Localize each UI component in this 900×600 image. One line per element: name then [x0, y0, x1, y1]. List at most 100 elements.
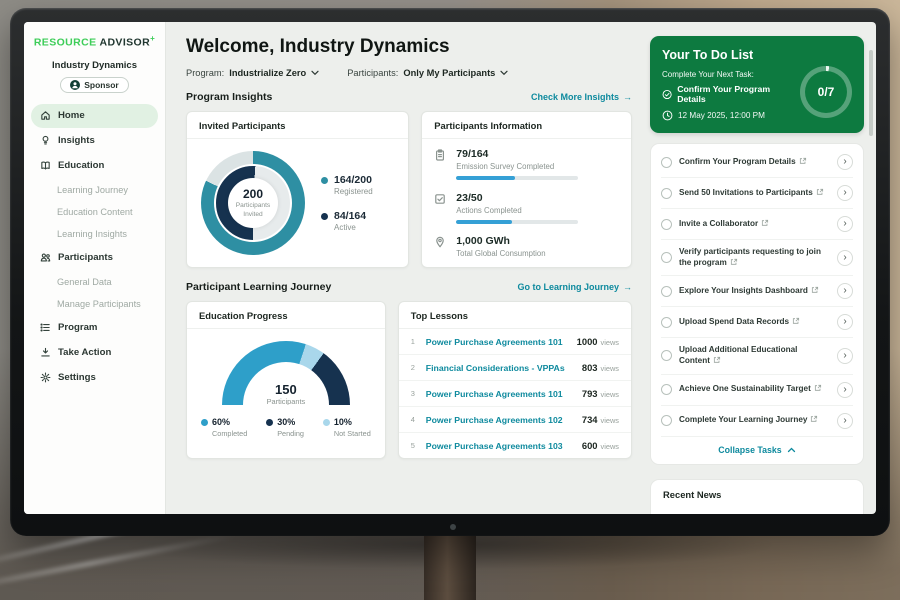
- checklist-icon: [434, 192, 448, 224]
- chevron-right-icon[interactable]: ›: [837, 382, 853, 398]
- invited-participants-card: Invited Participants 200 Participants In…: [186, 111, 409, 268]
- views-suffix: views: [601, 338, 619, 347]
- check-circle-icon: [662, 89, 672, 100]
- task-checkbox[interactable]: [661, 317, 672, 328]
- learning-journey-cards: Education Progress 150 Participants 60: [186, 301, 632, 459]
- external-link-icon: [814, 384, 822, 392]
- chevron-right-icon[interactable]: ›: [837, 348, 853, 364]
- sidebar-item-home[interactable]: Home: [31, 104, 158, 128]
- sidebar-item-learning-insights[interactable]: Learning Insights: [31, 223, 158, 245]
- program-insights-header: Program Insights Check More Insights →: [186, 91, 632, 103]
- task-checkbox[interactable]: [661, 384, 672, 395]
- go-to-learning-journey-link[interactable]: Go to Learning Journey →: [517, 282, 632, 292]
- sidebar-item-manage-participants[interactable]: Manage Participants: [31, 293, 158, 315]
- sidebar-item-education[interactable]: Education: [31, 154, 158, 178]
- card-title: Invited Participants: [187, 112, 408, 139]
- task-label: Invite a Collaborator: [679, 219, 758, 228]
- task-checkbox[interactable]: [661, 350, 672, 361]
- progress-bar: [456, 176, 578, 180]
- views-count: 793: [582, 388, 598, 399]
- recent-news-card: Recent News: [650, 479, 864, 514]
- chevron-right-icon[interactable]: ›: [837, 413, 853, 429]
- monitor-stand: [424, 534, 476, 600]
- chevron-down-icon: [311, 70, 319, 76]
- legend-dot: [201, 419, 208, 426]
- views-count: 734: [582, 414, 598, 425]
- chevron-right-icon[interactable]: ›: [837, 250, 853, 266]
- gauge-center-value: 150: [222, 382, 350, 397]
- stat-global-consumption: 1,000 GWh Total Global Consumption: [434, 235, 619, 258]
- sidebar-item-education-content[interactable]: Education Content: [31, 201, 158, 223]
- clipboard-icon: [434, 148, 448, 180]
- chevron-right-icon[interactable]: ›: [837, 283, 853, 299]
- chevron-right-icon[interactable]: ›: [837, 154, 853, 170]
- task-checkbox[interactable]: [661, 219, 672, 230]
- views-count: 600: [582, 440, 598, 451]
- lesson-link[interactable]: Power Purchase Agreements 102: [426, 415, 563, 425]
- lesson-row: 2 Financial Considerations - VPPAs 803vi…: [399, 355, 631, 381]
- lesson-link[interactable]: Power Purchase Agreements 101: [426, 337, 563, 347]
- legend-item-completed: 60% Completed: [201, 417, 247, 438]
- todo-summary-card: Your To Do List Complete Your Next Task:…: [650, 36, 864, 133]
- collapse-tasks-link[interactable]: Collapse Tasks: [661, 437, 853, 464]
- chevron-right-icon[interactable]: ›: [837, 185, 853, 201]
- external-link-icon: [713, 356, 721, 364]
- sidebar-item-label: Take Action: [58, 347, 111, 358]
- task-row-complete-learning-journey[interactable]: Complete Your Learning Journey ›: [661, 406, 853, 437]
- external-link-icon: [816, 188, 824, 196]
- task-row-upload-spend-data[interactable]: Upload Spend Data Records ›: [661, 307, 853, 338]
- sidebar-item-learning-journey[interactable]: Learning Journey: [31, 179, 158, 201]
- sidebar-item-general-data[interactable]: General Data: [31, 271, 158, 293]
- views-suffix: views: [601, 390, 619, 399]
- logo-plus: +: [150, 34, 155, 43]
- todo-panel: Your To Do List Complete Your Next Task:…: [644, 22, 876, 514]
- person-icon: [70, 80, 80, 90]
- sidebar-item-insights[interactable]: Insights: [31, 129, 158, 153]
- task-checkbox[interactable]: [661, 157, 672, 168]
- lesson-link[interactable]: Power Purchase Agreements 103: [426, 441, 563, 451]
- legend-item-registered: 164/200 Registered: [321, 174, 373, 196]
- task-checkbox[interactable]: [661, 188, 672, 199]
- task-checkbox[interactable]: [661, 415, 672, 426]
- stat-label: Emission Survey Completed: [456, 162, 578, 171]
- task-row-invite-collaborator[interactable]: Invite a Collaborator ›: [661, 209, 853, 240]
- sidebar-subitem-label: General Data: [57, 277, 112, 287]
- lesson-link[interactable]: Power Purchase Agreements 101: [426, 389, 563, 399]
- sidebar-item-take-action[interactable]: Take Action: [31, 341, 158, 365]
- participants-filter[interactable]: Participants: Only My Participants: [347, 68, 508, 78]
- lesson-row: 1 Power Purchase Agreements 101 1000view…: [399, 329, 631, 355]
- sidebar-item-label: Education: [58, 160, 104, 171]
- task-row-achieve-target[interactable]: Achieve One Sustainability Target ›: [661, 375, 853, 406]
- sidebar-item-participants[interactable]: Participants: [31, 246, 158, 270]
- sidebar: RESOURCE ADVISOR+ Industry Dynamics Spon…: [24, 22, 166, 514]
- progress-bar: [456, 220, 578, 224]
- chevron-right-icon[interactable]: ›: [837, 314, 853, 330]
- chevron-right-icon[interactable]: ›: [837, 216, 853, 232]
- collapse-label: Collapse Tasks: [718, 445, 781, 455]
- legend-dot: [266, 419, 273, 426]
- education-progress-card: Education Progress 150 Participants 60: [186, 301, 386, 459]
- external-link-icon: [810, 415, 818, 423]
- task-label: Complete Your Learning Journey: [679, 415, 807, 424]
- task-row-confirm-program[interactable]: Confirm Your Program Details ›: [661, 147, 853, 178]
- sidebar-item-label: Participants: [58, 252, 113, 263]
- scrollbar-thumb[interactable]: [869, 50, 873, 136]
- program-filter[interactable]: Program: Industrialize Zero: [186, 68, 319, 78]
- sidebar-item-settings[interactable]: Settings: [31, 366, 158, 390]
- task-row-upload-educational-content[interactable]: Upload Additional Educational Content ›: [661, 338, 853, 374]
- task-row-verify-participants[interactable]: Verify participants requesting to join t…: [661, 240, 853, 276]
- check-more-insights-link[interactable]: Check More Insights →: [531, 92, 632, 102]
- sidebar-item-program[interactable]: Program: [31, 316, 158, 340]
- task-row-explore-insights[interactable]: Explore Your Insights Dashboard ›: [661, 276, 853, 307]
- external-link-icon: [799, 157, 807, 165]
- education-gauge-chart: 150 Participants: [222, 341, 350, 405]
- task-checkbox[interactable]: [661, 252, 672, 263]
- lesson-rank: 2: [411, 363, 417, 372]
- task-row-send-invitations[interactable]: Send 50 Invitations to Participants ›: [661, 178, 853, 209]
- lesson-rank: 4: [411, 415, 417, 424]
- sidebar-nav: Home Insights Education Learning Journey…: [24, 103, 165, 391]
- task-checkbox[interactable]: [661, 286, 672, 297]
- chevron-down-icon: [500, 70, 508, 76]
- stat-label: Actions Completed: [456, 206, 578, 215]
- lesson-link[interactable]: Financial Considerations - VPPAs: [426, 363, 565, 373]
